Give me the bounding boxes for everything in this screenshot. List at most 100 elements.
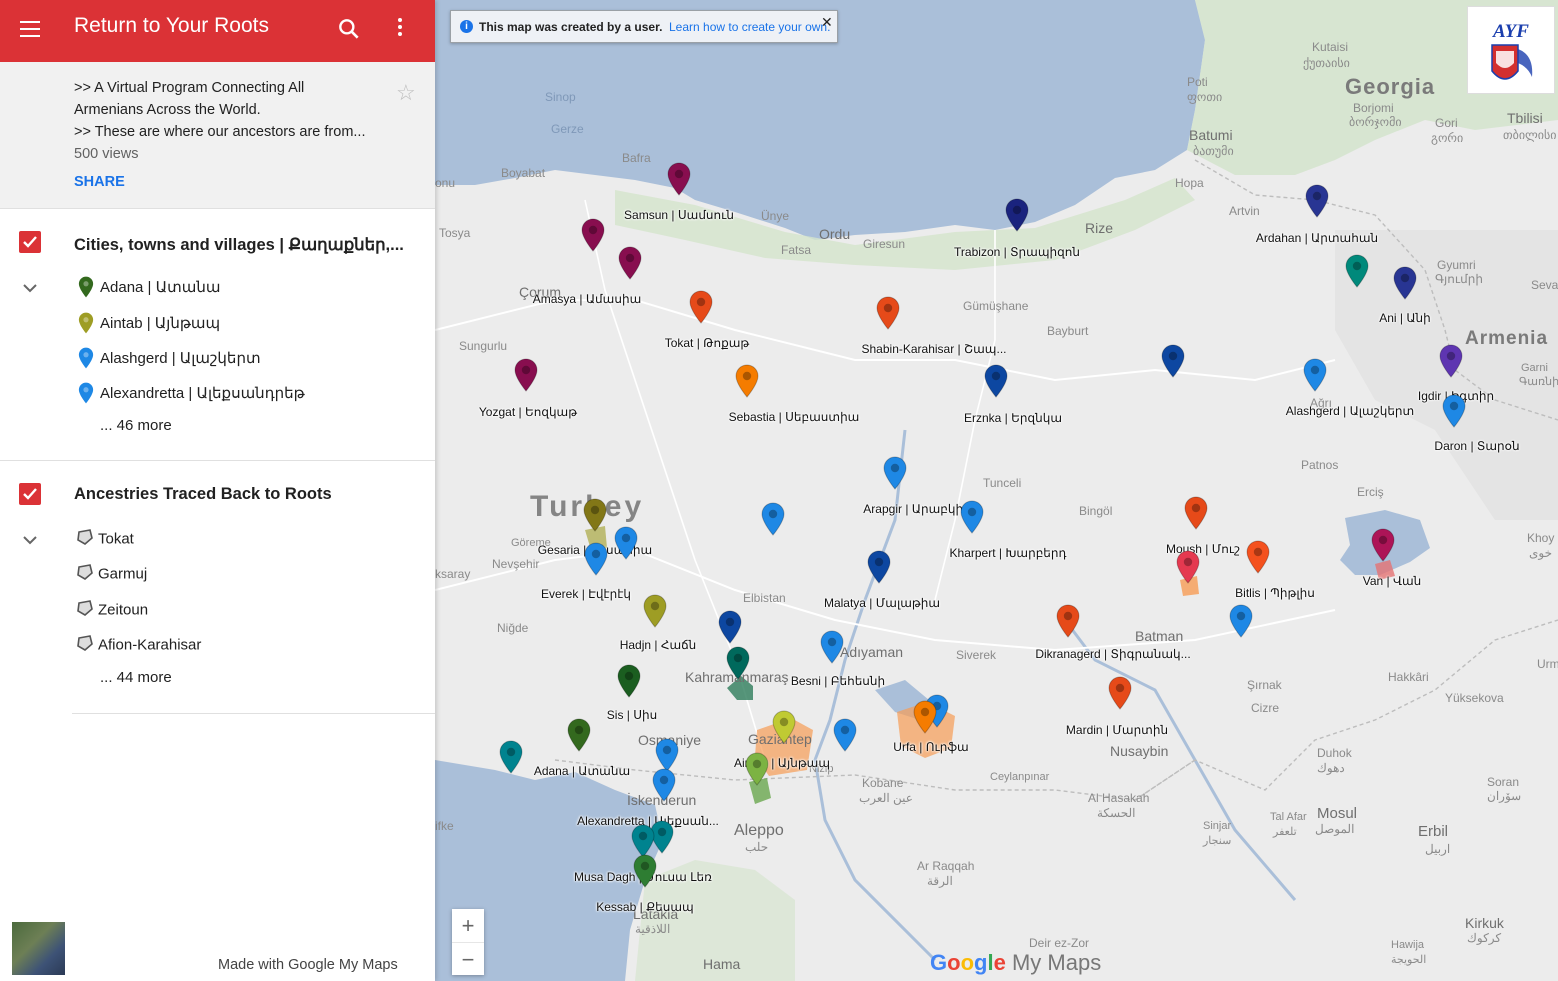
pin-label: Erznka | Երզնկա	[963, 411, 1063, 425]
map-pin-icon[interactable]	[1184, 496, 1208, 530]
map-pin-icon[interactable]	[761, 502, 785, 536]
layer-title: Cities, towns and villages | Քաղաքներ,..…	[74, 236, 404, 254]
map-pin-icon[interactable]	[735, 364, 759, 398]
map-pin-icon[interactable]	[726, 646, 750, 680]
map-pin-icon[interactable]	[633, 854, 657, 888]
zoom-out-button[interactable]: −	[452, 942, 484, 976]
city-label: Ünye	[761, 209, 790, 223]
map-pin-icon[interactable]	[655, 738, 679, 772]
map-pin-icon[interactable]	[960, 500, 984, 534]
star-icon[interactable]: ☆	[396, 80, 416, 106]
city-label: دهوك	[1317, 761, 1345, 775]
city-label: Գյումրի	[1435, 272, 1483, 286]
map-pin-icon[interactable]	[631, 824, 655, 858]
map-pin-icon[interactable]	[667, 162, 691, 196]
more-options-icon[interactable]	[390, 15, 410, 45]
map-pin-icon[interactable]	[689, 290, 713, 324]
map-pin-icon[interactable]	[984, 364, 1008, 398]
layer-checkbox[interactable]	[19, 231, 41, 253]
map-pin-icon[interactable]	[1371, 528, 1395, 562]
pin-label: Urfa | Ուրֆա	[893, 740, 969, 754]
map-pin-icon[interactable]	[1345, 254, 1369, 288]
layer-item-label: Zeitoun	[98, 601, 149, 619]
map-pin-icon[interactable]	[1176, 550, 1200, 584]
map-pin-icon[interactable]	[618, 246, 642, 280]
more-items-link[interactable]: ... 44 more	[100, 669, 172, 686]
city-label: Tal Afar	[1270, 811, 1307, 823]
layer-item-alashgerd[interactable]: Alashgerd | Ալաշկերտ	[78, 347, 261, 371]
search-icon[interactable]	[336, 16, 362, 42]
map-pin-icon[interactable]	[833, 718, 857, 752]
logo-text: AYF	[1493, 21, 1529, 42]
layer-item-afion-karahisar[interactable]: Afion-Karahisar	[76, 634, 201, 658]
close-icon[interactable]: ✕	[821, 14, 833, 31]
map-pin-icon[interactable]	[772, 710, 796, 744]
map-pin-icon[interactable]	[1439, 344, 1463, 378]
map-pin-icon[interactable]	[1161, 344, 1185, 378]
map-pin-icon[interactable]	[883, 456, 907, 490]
city-label: Boyabat	[501, 166, 546, 180]
map-pin-icon[interactable]	[1108, 676, 1132, 710]
menu-icon[interactable]	[18, 16, 42, 46]
map-pin-icon[interactable]	[1229, 604, 1253, 638]
city-label: Al Hasakah	[1088, 791, 1150, 805]
map-pin-icon[interactable]	[876, 296, 900, 330]
map-pin-icon[interactable]	[745, 752, 769, 786]
map-canvas[interactable]: Turkey Georgia Armenia Tbilisi თბილისი K…	[435, 0, 1558, 981]
map-pin-icon[interactable]	[652, 768, 676, 802]
country-label-armenia: Armenia	[1465, 328, 1549, 349]
city-label: Borjomi	[1353, 101, 1394, 115]
city-label: Urm	[1537, 657, 1558, 671]
layer-item-aintab[interactable]: Aintab | Այնթապ	[78, 312, 220, 336]
zoom-in-button[interactable]: +	[452, 909, 484, 942]
map-description: >> A Virtual Program Connecting All Arme…	[0, 62, 435, 209]
map-pin-icon[interactable]	[718, 610, 742, 644]
basemap-thumbnail[interactable]	[12, 922, 65, 975]
city-label: خوی	[1529, 546, 1553, 560]
map-pin-icon[interactable]	[1005, 198, 1029, 232]
map-pin-icon[interactable]	[913, 700, 937, 734]
layer-item-adana[interactable]: Adana | Ատանա	[78, 276, 220, 300]
map-pin-icon[interactable]	[567, 718, 591, 752]
city-label: Sinjar	[1203, 820, 1232, 832]
map-pin-icon	[78, 382, 96, 404]
map-pin-icon[interactable]	[1305, 184, 1329, 218]
city-label: Giresun	[863, 237, 906, 251]
city-label: Nevşehir	[492, 557, 540, 571]
map-pin-icon[interactable]	[617, 664, 641, 698]
map-pin-icon[interactable]	[1056, 604, 1080, 638]
city-label: Poti	[1187, 75, 1208, 89]
layer-item-label: Tokat	[98, 530, 134, 548]
city-label: Gyumri	[1437, 258, 1476, 272]
map-pin-icon[interactable]	[583, 498, 607, 532]
pin-label: Arapgir | Արաբկիր	[863, 502, 971, 516]
chevron-down-icon[interactable]	[20, 278, 40, 298]
map-pin-icon[interactable]	[584, 542, 608, 576]
map-pin-icon[interactable]	[1246, 540, 1270, 574]
layer-item-alexandretta[interactable]: Alexandretta | Ալեքսանդրեթ	[78, 382, 305, 406]
learn-more-link[interactable]: Learn how to create your own.	[669, 20, 830, 34]
country-label-georgia: Georgia	[1345, 74, 1436, 99]
map-pin-icon[interactable]	[820, 630, 844, 664]
layer-checkbox[interactable]	[19, 483, 41, 505]
map-pin-icon[interactable]	[499, 740, 523, 774]
map-pin-icon[interactable]	[514, 358, 538, 392]
layer-item-tokat[interactable]: Tokat	[76, 528, 134, 552]
city-label: الموصل	[1315, 822, 1355, 836]
city-label: Hama	[703, 956, 741, 972]
map-pin-icon[interactable]	[614, 526, 638, 560]
layer-item-zeitoun[interactable]: Zeitoun	[76, 599, 148, 623]
map-pin-icon[interactable]	[1303, 358, 1327, 392]
map-pin-icon[interactable]	[643, 594, 667, 628]
map-pin-icon[interactable]	[1393, 266, 1417, 300]
map-pin-icon[interactable]	[1442, 394, 1466, 428]
more-items-link[interactable]: ... 46 more	[100, 417, 172, 434]
layer-item-garmuj[interactable]: Garmuj	[76, 563, 147, 587]
map-pin-icon[interactable]	[581, 218, 605, 252]
map-pin-icon[interactable]	[867, 550, 891, 584]
city-label: ksaray	[435, 567, 471, 581]
chevron-down-icon[interactable]	[20, 530, 40, 550]
notice-text: This map was created by a user.	[479, 20, 663, 34]
share-button[interactable]: SHARE	[74, 174, 125, 190]
city-label: Khoy	[1527, 531, 1555, 545]
